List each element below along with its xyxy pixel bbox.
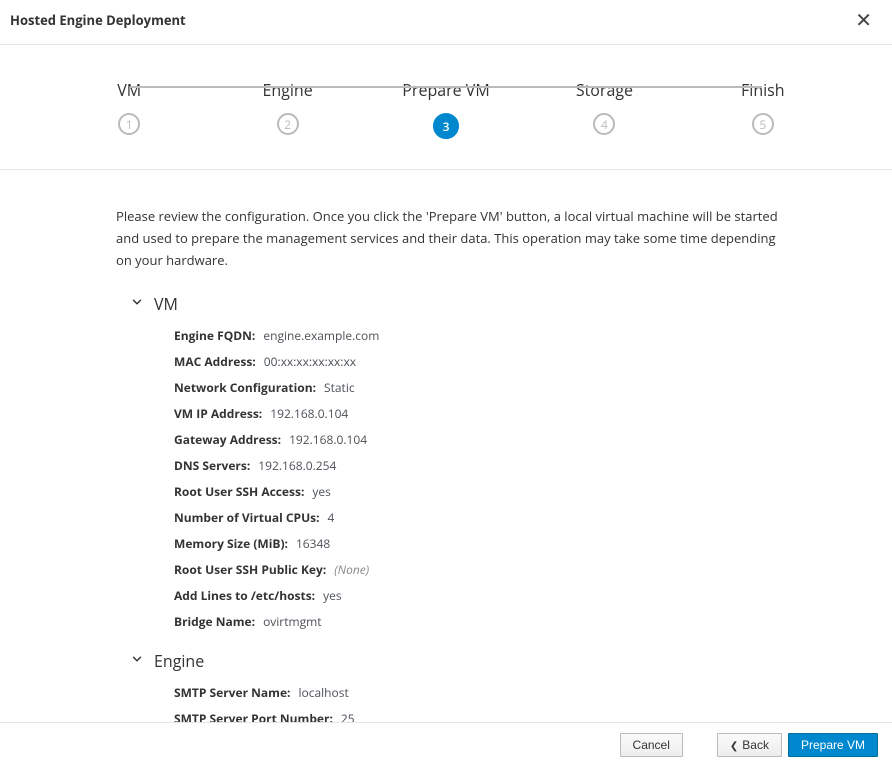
step-label: Prepare VM xyxy=(402,79,489,101)
dialog-footer: Cancel ❮ Back Prepare VM xyxy=(0,722,892,767)
kv-label: Engine FQDN: xyxy=(174,327,255,344)
kv-row: VM IP Address: 192.168.0.104 xyxy=(174,405,782,422)
kv-label: Root User SSH Public Key: xyxy=(174,561,326,578)
step-bubble: 5 xyxy=(752,113,774,135)
step-bubble: 4 xyxy=(593,113,615,135)
kv-label: SMTP Server Name: xyxy=(174,684,290,701)
kv-row: MAC Address: 00:xx:xx:xx:xx:xx xyxy=(174,353,782,370)
section-title: Engine xyxy=(154,650,204,672)
kv-value: engine.example.com xyxy=(263,327,379,344)
kv-row: Number of Virtual CPUs: 4 xyxy=(174,509,782,526)
close-icon[interactable]: ✕ xyxy=(851,10,876,30)
kv-label: Root User SSH Access: xyxy=(174,483,304,500)
chevron-down-icon xyxy=(130,295,144,313)
kv-value: yes xyxy=(312,483,330,500)
kv-label: Number of Virtual CPUs: xyxy=(174,509,320,526)
step-bubble: 1 xyxy=(118,113,140,135)
kv-row: Bridge Name: ovirtmgmt xyxy=(174,613,782,630)
prepare-vm-button[interactable]: Prepare VM xyxy=(788,733,878,757)
step-connector xyxy=(130,86,762,88)
section-body-vm: Engine FQDN: engine.example.com MAC Addr… xyxy=(116,327,782,630)
kv-label: Memory Size (MiB): xyxy=(174,535,288,552)
content-scroll[interactable]: Please review the configuration. Once yo… xyxy=(0,170,892,729)
step-label: VM xyxy=(117,79,141,101)
kv-value: 4 xyxy=(328,509,335,526)
kv-label: Add Lines to /etc/hosts: xyxy=(174,587,315,604)
content-inner: Please review the configuration. Once yo… xyxy=(0,170,892,729)
kv-row: Network Configuration: Static xyxy=(174,379,782,396)
kv-row: Memory Size (MiB): 16348 xyxy=(174,535,782,552)
kv-row: Gateway Address: 192.168.0.104 xyxy=(174,431,782,448)
kv-label: Gateway Address: xyxy=(174,431,281,448)
section-toggle-vm[interactable]: VM xyxy=(130,293,782,315)
kv-value: Static xyxy=(324,379,355,396)
kv-value: localhost xyxy=(298,684,348,701)
kv-value: 192.168.0.104 xyxy=(289,431,367,448)
kv-value: yes xyxy=(323,587,341,604)
kv-row: Add Lines to /etc/hosts: yes xyxy=(174,587,782,604)
wizard-steps: VM 1 Engine 2 Prepare VM 3 Storage 4 Fin… xyxy=(0,45,892,170)
kv-label: VM IP Address: xyxy=(174,405,262,422)
section-toggle-engine[interactable]: Engine xyxy=(130,650,782,672)
kv-row: Engine FQDN: engine.example.com xyxy=(174,327,782,344)
dialog-header: Hosted Engine Deployment ✕ xyxy=(0,0,892,45)
step-bubble: 3 xyxy=(433,113,459,139)
back-button-label: Back xyxy=(742,738,769,752)
section-title: VM xyxy=(154,293,178,315)
kv-value: 192.168.0.104 xyxy=(270,405,348,422)
kv-value: 192.168.0.254 xyxy=(258,457,336,474)
kv-value: 16348 xyxy=(296,535,330,552)
step-bubble: 2 xyxy=(277,113,299,135)
step-label: Storage xyxy=(576,79,633,101)
kv-label: Network Configuration: xyxy=(174,379,316,396)
cancel-button[interactable]: Cancel xyxy=(620,733,683,757)
kv-value: 00:xx:xx:xx:xx:xx xyxy=(264,353,356,370)
step-label: Engine xyxy=(262,79,312,101)
kv-label: Bridge Name: xyxy=(174,613,255,630)
kv-row: DNS Servers: 192.168.0.254 xyxy=(174,457,782,474)
intro-text: Please review the configuration. Once yo… xyxy=(116,206,782,271)
kv-label: MAC Address: xyxy=(174,353,256,370)
dialog-title: Hosted Engine Deployment xyxy=(10,11,186,29)
kv-row: Root User SSH Public Key: (None) xyxy=(174,561,782,578)
kv-value: ovirtmgmt xyxy=(263,613,321,630)
chevron-down-icon xyxy=(130,652,144,670)
kv-row: Root User SSH Access: yes xyxy=(174,483,782,500)
chevron-left-icon: ❮ xyxy=(730,741,738,752)
step-label: Finish xyxy=(741,79,785,101)
kv-value-none: (None) xyxy=(334,561,369,578)
back-button[interactable]: ❮ Back xyxy=(717,733,782,757)
kv-label: DNS Servers: xyxy=(174,457,250,474)
kv-row: SMTP Server Name: localhost xyxy=(174,684,782,701)
wizard-step-prepare-vm[interactable]: Prepare VM 3 xyxy=(367,79,525,139)
